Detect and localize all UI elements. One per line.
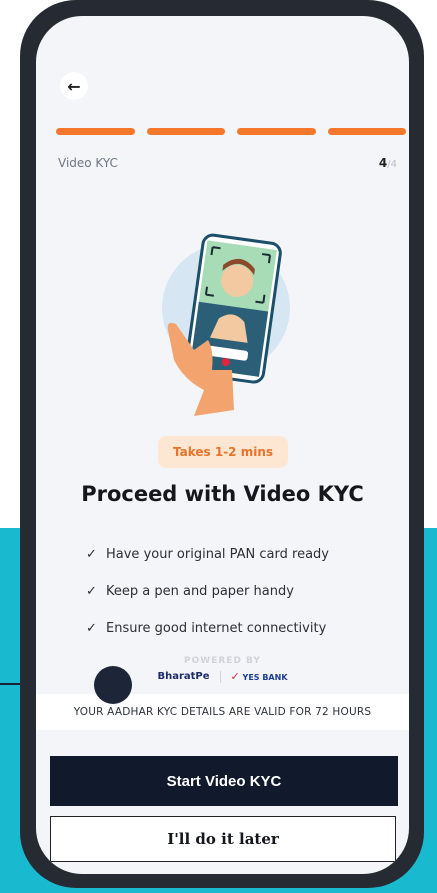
checklist-item-label: Have your original PAN card ready — [106, 547, 329, 562]
duration-badge: Takes 1-2 mins — [158, 436, 288, 468]
back-button[interactable]: ← — [60, 72, 88, 100]
checklist-item-label: Keep a pen and paper handy — [106, 584, 294, 599]
check-icon: ✓ — [86, 621, 97, 636]
video-kyc-illustration — [162, 233, 290, 416]
progress-segment — [56, 128, 135, 135]
bharatpe-logo-text: BharatPe — [157, 671, 210, 682]
bharatpe-logo: BharatPe — [157, 671, 209, 682]
page-title: Proceed with Video KYC — [81, 482, 364, 506]
logo-divider — [219, 670, 221, 683]
partner-logos: BharatPe ✓ YES BANK — [36, 670, 409, 683]
check-icon: ✓ — [86, 584, 97, 599]
start-video-kyc-button[interactable]: Start Video KYC — [50, 756, 398, 806]
step-counter: 4/4 — [379, 156, 397, 170]
progress-segment — [146, 128, 225, 135]
kyc-validity-notice: YOUR AADHAR KYC DETAILS ARE VALID FOR 72… — [36, 694, 409, 730]
progress-bar — [56, 128, 406, 136]
yes-bank-logo-text: YES BANK — [242, 673, 288, 682]
arrow-left-icon: ← — [67, 76, 81, 96]
yes-bank-logo: ✓ YES BANK — [231, 670, 288, 683]
callout-dot — [94, 666, 132, 704]
progress-segment — [327, 128, 406, 135]
checklist-item: ✓ Have your original PAN card ready — [86, 536, 406, 573]
step-total: /4 — [387, 159, 397, 170]
checklist: ✓ Have your original PAN card ready ✓ Ke… — [86, 536, 406, 647]
powered-by-label: POWERED BY — [184, 656, 261, 666]
checklist-item: ✓ Ensure good internet connectivity — [86, 610, 406, 647]
checklist-item: ✓ Keep a pen and paper handy — [86, 573, 406, 610]
step-current: 4 — [378, 156, 388, 170]
checklist-item-label: Ensure good internet connectivity — [106, 621, 327, 636]
step-label: Video KYC — [58, 156, 118, 170]
app-screen: ← Video KYC 4/4 Takes 1-2 mins Proceed w… — [36, 16, 409, 874]
yes-bank-tick-icon: ✓ — [230, 670, 240, 683]
progress-segment — [237, 128, 316, 135]
check-icon: ✓ — [86, 547, 97, 562]
do-it-later-button[interactable]: I'll do it later — [50, 816, 396, 862]
